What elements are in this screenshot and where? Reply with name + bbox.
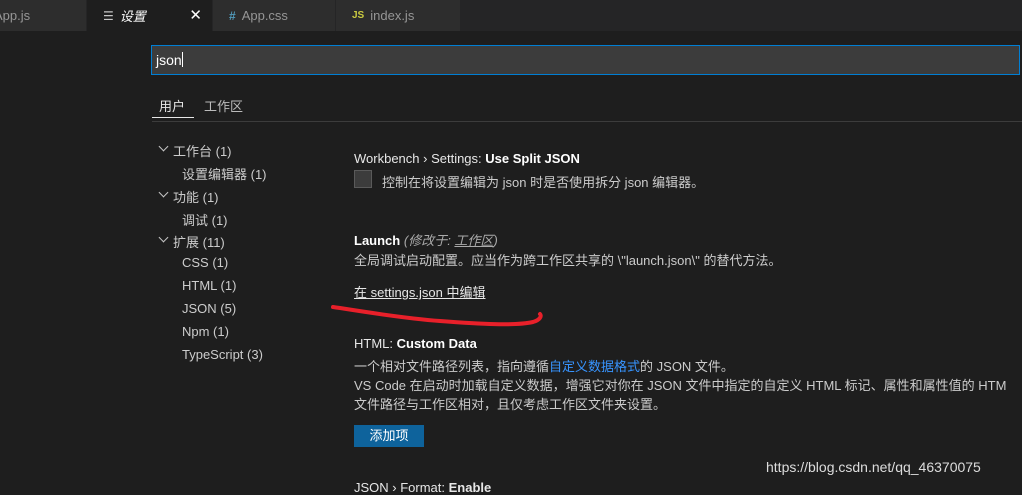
setting-desc-line-3: 文件路径与工作区相对，且仅考虑工作区文件夹设置。 [354, 397, 667, 412]
setting-name: Custom Data [396, 336, 477, 351]
setting-desc-line-2: VS Code 在启动时加载自定义数据，增强它对你在 JSON 文件中指定的自定… [354, 378, 1007, 393]
red-underline-annotation [331, 305, 543, 327]
add-item-button[interactable]: 添加项 [354, 425, 424, 447]
custom-data-format-link[interactable]: 自定义数据格式 [549, 359, 640, 374]
setting-title-custom-data: HTML: Custom Data [354, 336, 477, 351]
desc-text: 一个相对文件路径列表，指向遵循 [354, 359, 550, 374]
setting-desc-line-1: 一个相对文件路径列表，指向遵循自定义数据格式的 JSON 文件。 [354, 356, 734, 375]
watermark: https://blog.csdn.net/qq_46370075 [766, 459, 981, 475]
setting-category: HTML: [354, 336, 397, 351]
desc-text: 的 JSON 文件。 [640, 359, 734, 374]
